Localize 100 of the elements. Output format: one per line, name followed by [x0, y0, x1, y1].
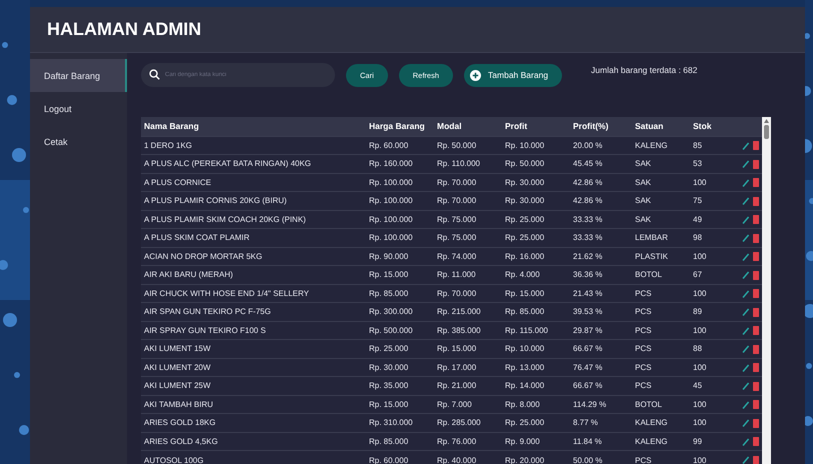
table-cell: AIR AKI BARU (MERAH) [144, 270, 233, 280]
table-cell: LEMBAR [635, 233, 668, 242]
table-cell: 89 [693, 307, 702, 316]
table-cell: KALENG [635, 418, 668, 428]
table-cell: Rp. 35.000 [369, 381, 408, 390]
table-cell: Rp. 76.000 [437, 436, 476, 446]
table-cell: Rp. 70.000 [437, 178, 476, 187]
column-header: Profit [502, 117, 570, 136]
table-cell: A PLUS ALC (PEREKAT BATA RINGAN) 40KG [144, 159, 312, 168]
table-cell: 100 [693, 252, 706, 261]
table-cell: Rp. 14.000 [505, 381, 544, 390]
table-cell: SAK [635, 178, 652, 187]
table-cell: Rp. 310.000 [369, 418, 413, 428]
trash-icon[interactable] [753, 456, 759, 464]
pencil-icon[interactable] [742, 326, 749, 335]
pencil-icon[interactable] [742, 438, 749, 446]
table-cell: Rp. 17.000 [437, 362, 476, 372]
sidebar-item[interactable]: Logout [30, 92, 127, 125]
table-cell: 75 [693, 196, 702, 206]
sidebar-item[interactable]: Daftar Barang [30, 59, 127, 92]
table-cell: 66.67 % [573, 381, 602, 390]
table-cell: KALENG [635, 436, 668, 446]
pencil-icon[interactable] [742, 234, 749, 242]
table-cell: PCS [635, 456, 652, 464]
table-cell: Rp. 9.000 [505, 436, 540, 446]
table-cell: Rp. 85.000 [369, 436, 408, 446]
table-cell: Rp. 4.000 [505, 270, 540, 280]
scrollbar[interactable] [762, 117, 771, 464]
table-cell: ACIAN NO DROP MORTAR 5KG [144, 252, 262, 261]
table-cell: Rp. 50.000 [505, 159, 544, 168]
table-cell: 11.84 % [573, 436, 602, 446]
column-header: Harga Barang [366, 117, 434, 136]
pencil-icon[interactable] [742, 456, 749, 464]
table-cell: Rp. 300.000 [369, 307, 413, 316]
table-cell: 114.29 % [573, 400, 606, 409]
table-cell: Rp. 25.000 [505, 418, 544, 428]
scroll-thumb[interactable] [764, 125, 769, 139]
pencil-icon[interactable] [742, 160, 749, 168]
table-cell: 20.00 % [573, 140, 602, 150]
table-cell: AUTOSOL 100G [144, 456, 204, 464]
table-cell: Rp. 85.000 [369, 288, 408, 298]
add-button[interactable]: Tambah Barang [464, 64, 562, 86]
table-cell: Rp. 13.000 [505, 362, 544, 372]
up-arrow-icon[interactable] [764, 119, 769, 123]
table-cell: Rp. 385.000 [437, 326, 481, 335]
table-cell: Rp. 100.000 [369, 196, 413, 206]
table-cell: Rp. 75.000 [437, 214, 476, 224]
table-cell: Rp. 500.000 [369, 326, 413, 335]
table-cell: 8.77 % [573, 418, 598, 428]
table-cell: AKI TAMBAH BIRU [144, 400, 214, 409]
column-header: Stok [690, 117, 735, 136]
table-cell: BOTOL [635, 400, 662, 409]
table-cell: 100 [693, 288, 706, 298]
table-cell: 100 [693, 326, 706, 335]
table-cell: Rp. 10.000 [505, 344, 544, 354]
table-cell: 100 [693, 418, 706, 428]
table-cell: 85 [693, 140, 702, 150]
pencil-icon[interactable] [742, 400, 749, 409]
table-cell: 21.43 % [573, 288, 602, 298]
column-header: Nama Barang [141, 117, 366, 136]
pencil-icon[interactable] [742, 364, 749, 372]
table-cell: 45 [693, 381, 702, 390]
table-cell: 21.62 % [573, 252, 602, 261]
table-cell: Rp. 16.000 [505, 252, 544, 261]
item-count: Jumlah barang terdata : 682 [591, 65, 698, 75]
table-cell: Rp. 75.000 [437, 233, 476, 242]
table-cell: AIR CHUCK WITH HOSE END 1/4" SELLERY [144, 288, 309, 298]
table-cell: SAK [635, 196, 652, 206]
table-cell: AKI LUMENT 15W [144, 344, 211, 354]
table-cell: Rp. 15.000 [369, 400, 408, 409]
table-cell: Rp. 115.000 [505, 326, 548, 335]
table-cell: Rp. 100.000 [369, 214, 413, 224]
table-cell: AKI LUMENT 25W [144, 381, 211, 390]
column-header: Profit(%) [570, 117, 632, 136]
table-cell: A PLUS CORNICE [144, 178, 212, 187]
table-cell: Rp. 25.000 [505, 214, 544, 224]
pencil-icon[interactable] [742, 216, 749, 224]
table-cell: PCS [635, 362, 652, 372]
table-cell: PCS [635, 307, 652, 316]
table-cell: 98 [693, 233, 702, 242]
pencil-icon[interactable] [742, 419, 749, 428]
table-cell: 1 DERO 1KG [144, 140, 192, 150]
column-header: Modal [434, 117, 502, 136]
pencil-icon[interactable] [742, 308, 749, 316]
pencil-icon[interactable] [742, 382, 749, 390]
pencil-icon[interactable] [742, 178, 749, 187]
table-cell: A PLUS SKIM COAT PLAMIR [144, 233, 250, 242]
column-header: Satuan [632, 117, 690, 136]
table-cell: 36.36 % [573, 270, 602, 280]
table-cell: AIR SPRAY GUN TEKIRO F100 S [144, 326, 266, 335]
pencil-icon[interactable] [742, 345, 749, 354]
pencil-icon[interactable] [742, 271, 749, 280]
table-cell: 33.33 % [573, 233, 602, 242]
table-cell: Rp. 30.000 [505, 196, 544, 206]
sidebar-item[interactable]: Cetak [30, 125, 127, 158]
plus-circle-icon [470, 70, 482, 80]
pencil-icon[interactable] [742, 197, 749, 206]
pencil-icon[interactable] [742, 252, 749, 261]
pencil-icon[interactable] [742, 290, 749, 298]
pencil-icon[interactable] [742, 142, 749, 150]
